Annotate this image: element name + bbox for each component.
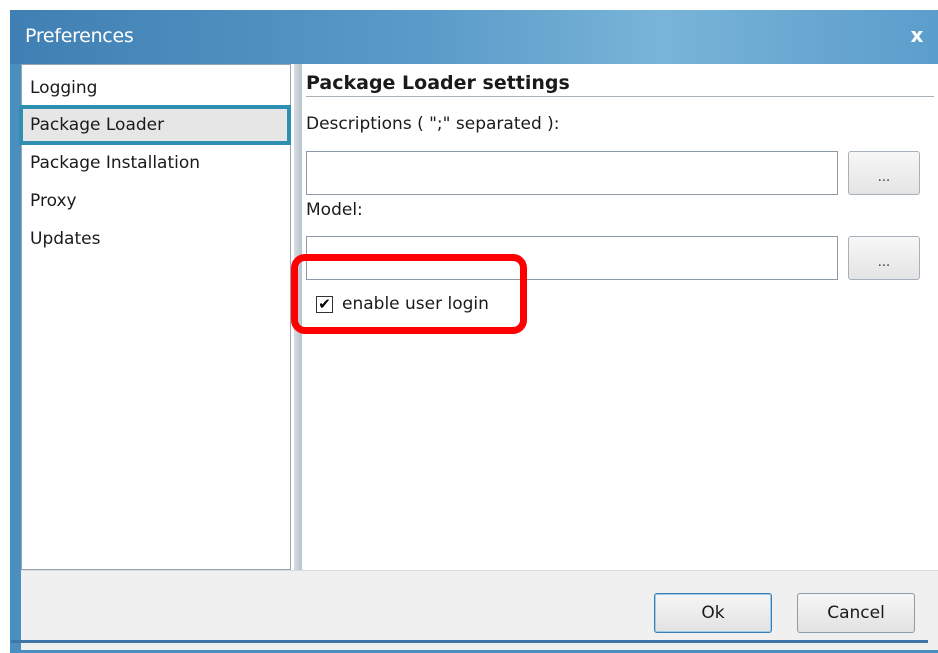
preferences-dialog: Preferences x Logging Package Loader Pac… [10,10,938,653]
dialog-client-area: Logging Package Loader Package Installat… [19,64,938,650]
sidebar-item-logging[interactable]: Logging [28,71,97,105]
title-bar: Preferences x [10,10,938,64]
model-label: Model: [306,200,363,220]
section-title: Package Loader settings [306,72,570,94]
dialog-footer: Ok Cancel [21,570,938,650]
annotation-highlight-box [291,254,527,334]
sidebar-item-package-installation[interactable]: Package Installation [28,146,200,180]
dialog-bottom-border [11,640,928,643]
descriptions-label: Descriptions ( ";" separated ): [306,114,560,134]
preferences-sidebar: Logging Package Loader Package Installat… [19,64,291,570]
model-browse-button[interactable]: ... [848,236,920,280]
ok-button[interactable]: Ok [654,593,772,633]
sidebar-item-proxy[interactable]: Proxy [28,184,77,218]
window-title: Preferences [25,25,134,47]
descriptions-browse-button[interactable]: ... [848,151,920,195]
sidebar-item-package-loader[interactable]: Package Loader [19,105,291,145]
sidebar-item-updates[interactable]: Updates [28,222,100,256]
section-divider [306,96,934,97]
descriptions-input[interactable] [306,151,838,195]
cancel-button[interactable]: Cancel [797,593,915,633]
close-button[interactable]: x [906,24,928,46]
